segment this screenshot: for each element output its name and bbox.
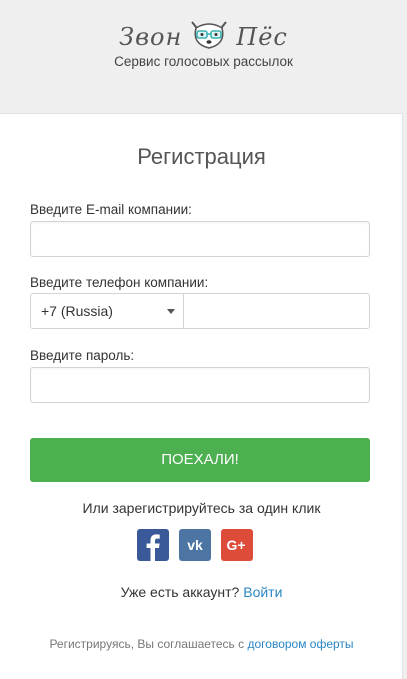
phone-field[interactable] xyxy=(184,293,370,329)
page-title: Регистрация xyxy=(137,144,266,169)
vk-icon[interactable]: vk xyxy=(179,529,211,561)
svg-text:vk: vk xyxy=(187,537,203,553)
terms-line: Регистрируясь, Вы соглашаетесь с договор… xyxy=(0,637,403,651)
email-label: Введите E-mail компании: xyxy=(30,202,192,217)
caret-down-icon xyxy=(167,309,175,314)
submit-button[interactable]: ПОЕХАЛИ! xyxy=(30,438,370,482)
email-field[interactable] xyxy=(30,221,370,257)
login-line: Уже есть аккаунт? Войти xyxy=(0,584,403,600)
tagline: Сервис голосовых рассылок xyxy=(114,54,293,69)
logo-text-right: Пёс xyxy=(236,23,288,51)
social-buttons: vk G+ xyxy=(0,529,403,561)
country-select-value: +7 (Russia) xyxy=(41,303,113,319)
terms-text: Регистрируясь, Вы соглашаетесь с xyxy=(49,637,245,651)
registration-card: Регистрация Введите E-mail компании: Вве… xyxy=(0,113,403,679)
country-select[interactable]: +7 (Russia) xyxy=(30,293,184,329)
password-field[interactable] xyxy=(30,367,370,403)
facebook-icon[interactable] xyxy=(137,529,169,561)
terms-link[interactable]: договором оферты xyxy=(247,637,353,651)
login-prompt: Уже есть аккаунт? xyxy=(120,584,240,600)
google-plus-icon[interactable]: G+ xyxy=(221,529,253,561)
social-prompt: Или зарегистрируйтесь за один клик xyxy=(82,500,321,516)
password-label: Введите пароль: xyxy=(30,348,135,363)
dog-icon xyxy=(186,18,232,57)
login-link[interactable]: Войти xyxy=(243,584,282,600)
phone-label: Введите телефон компании: xyxy=(30,275,209,290)
logo-text-left: Звон xyxy=(119,23,183,51)
svg-text:G+: G+ xyxy=(226,537,245,553)
logo[interactable]: Звон Пёс xyxy=(0,18,407,56)
page-header: Звон Пёс Сервис голосовых рассылок xyxy=(0,0,407,113)
